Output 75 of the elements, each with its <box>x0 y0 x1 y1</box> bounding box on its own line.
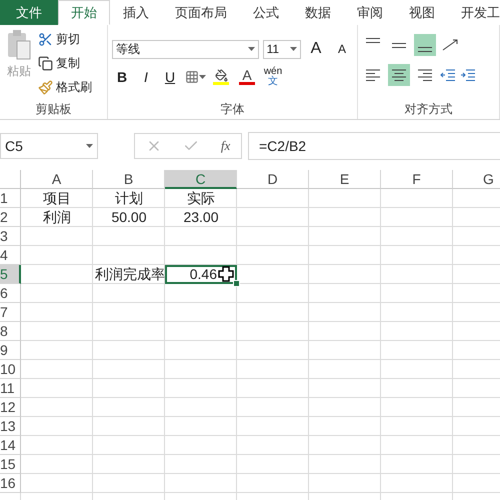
paint-bucket-icon <box>214 69 228 82</box>
table-cell-text: 利润 <box>42 208 72 227</box>
font-name-text: 等线 <box>116 40 140 58</box>
copy-icon <box>38 56 53 71</box>
row-header[interactable]: 7 <box>0 303 21 322</box>
align-left-icon <box>365 68 381 82</box>
row-header[interactable]: 1 <box>0 189 21 208</box>
indent-decrease-icon <box>440 68 456 82</box>
bold-button[interactable]: B <box>112 66 132 88</box>
row-header[interactable]: 13 <box>0 417 21 436</box>
align-bottom-icon <box>418 47 432 52</box>
table-cell-text: 50.00 <box>110 208 148 227</box>
horizontal-align-button[interactable] <box>388 64 410 86</box>
formula-field[interactable]: =C2/B2 <box>248 132 500 160</box>
table-cell-text: 实际 <box>186 189 216 208</box>
row-header[interactable]: 16 <box>0 474 21 493</box>
insert-function-button[interactable]: fx <box>220 138 230 154</box>
copy-button[interactable]: 复制 <box>38 53 92 74</box>
group-label: 字体 <box>220 101 246 118</box>
row-header[interactable]: 3 <box>0 227 21 246</box>
row-header[interactable]: 12 <box>0 398 21 417</box>
font-size-text: 11 <box>266 42 280 56</box>
cell-reference: C5 <box>5 138 23 154</box>
align-middle-icon <box>392 42 406 48</box>
group-label: 剪贴板 <box>34 101 72 118</box>
table-cell-text: 23.00 <box>182 208 220 227</box>
caret-icon <box>290 47 297 51</box>
align-center-icon <box>391 68 407 82</box>
cross-cursor-icon <box>218 266 234 282</box>
shrink-font-button[interactable]: A <box>331 38 353 60</box>
painter-button[interactable]: 格式刷 <box>38 77 92 98</box>
table-cell: 0.46 <box>165 265 237 284</box>
column-header[interactable]: B <box>93 170 165 189</box>
underline-button[interactable]: U <box>160 66 180 88</box>
column-header[interactable]: F <box>381 170 453 189</box>
row-header[interactable]: 14 <box>0 436 21 455</box>
table-cell-text: 利润完成率 <box>94 265 165 284</box>
font-size-field[interactable]: 11 <box>262 40 301 58</box>
ribbon-tab[interactable]: 文件 <box>0 0 58 25</box>
align-right-icon <box>417 68 433 82</box>
cut-button[interactable]: 剪切 <box>38 29 92 50</box>
clipboard-icon <box>6 29 32 61</box>
row-header[interactable]: 6 <box>0 284 21 303</box>
font-name-field[interactable]: 等线 <box>112 40 259 58</box>
table-cell-text: 项目 <box>42 189 72 208</box>
column-header[interactable]: E <box>309 170 381 189</box>
name-box[interactable]: C5 <box>0 133 98 159</box>
table-cell-text: 计划 <box>114 189 144 208</box>
caret-icon <box>86 144 93 148</box>
column-header[interactable]: A <box>21 170 93 189</box>
fill-handle[interactable] <box>233 280 240 287</box>
group-label: 对齐方式 <box>404 101 454 118</box>
row-header[interactable]: 8 <box>0 322 21 341</box>
italic-button[interactable]: I <box>136 66 156 88</box>
vertical-align-button[interactable] <box>414 34 436 56</box>
row-header[interactable]: 15 <box>0 455 21 474</box>
row-header[interactable]: 4 <box>0 246 21 265</box>
scissors-icon <box>38 32 53 47</box>
indent-increase-icon <box>460 68 476 82</box>
row-header[interactable]: 2 <box>0 208 21 227</box>
phonetic-guide-button[interactable]: wén 文 <box>262 66 284 88</box>
row-header[interactable]: 11 <box>0 379 21 398</box>
column-header[interactable]: D <box>237 170 309 189</box>
font-color-button[interactable]: A <box>236 66 258 88</box>
row-header[interactable]: 10 <box>0 360 21 379</box>
align-top-icon <box>366 38 380 43</box>
paintbrush-icon <box>38 80 53 95</box>
row-header[interactable]: 9 <box>0 341 21 360</box>
grow-font-button[interactable]: A <box>305 38 327 60</box>
ribbon-tab[interactable]: 开始 <box>58 0 110 25</box>
row-header[interactable]: 5 <box>0 265 21 284</box>
caret-icon <box>198 75 206 79</box>
caret-icon <box>248 47 255 51</box>
column-header[interactable]: C <box>165 170 237 189</box>
grid-icon <box>184 70 198 84</box>
